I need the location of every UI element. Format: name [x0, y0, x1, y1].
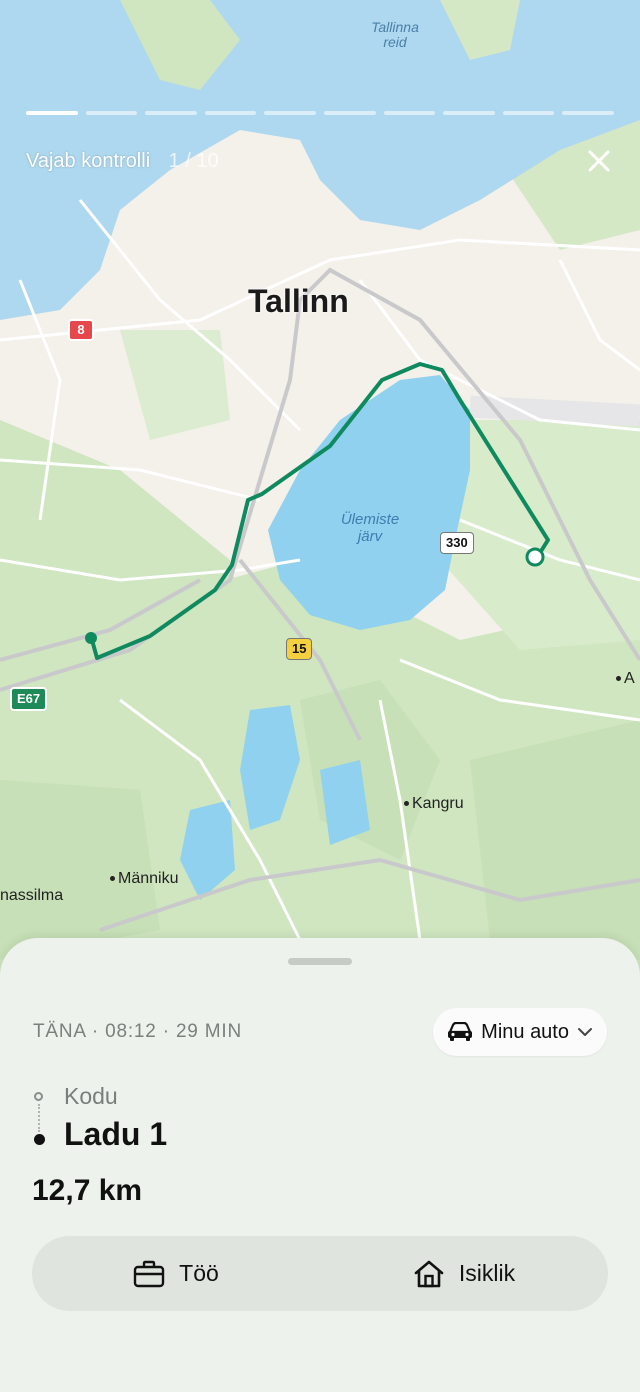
progress-segment — [443, 111, 495, 115]
bay-label: Tallinna reid — [371, 19, 419, 51]
destination-marker — [34, 1134, 45, 1145]
personal-button[interactable]: Isiklik — [320, 1236, 608, 1311]
trip-meta: TÄNA · 08:12 · 29 MIN — [33, 1021, 242, 1042]
progress-segment — [204, 111, 257, 115]
place-label-manniku: Männiku — [110, 870, 178, 888]
place-label-nassilma: nassilma — [0, 887, 64, 904]
close-button[interactable] — [584, 146, 614, 176]
trip-destination: Ladu 1 — [64, 1116, 168, 1152]
work-button[interactable]: Töö — [32, 1236, 320, 1311]
personal-button-label: Isiklik — [458, 1260, 516, 1286]
progress-segment — [502, 111, 555, 115]
lake-label: Ülemiste järv — [340, 511, 400, 545]
review-title: Vajab kontrolli — [26, 150, 151, 172]
route-end-marker — [525, 547, 545, 567]
vehicle-select-label: Minu auto — [481, 1020, 569, 1043]
progress-segment — [145, 111, 197, 115]
place-label-kangru: Kangru — [404, 795, 464, 813]
route-start-marker — [85, 632, 97, 644]
review-counter: 1 / 10 — [168, 150, 219, 172]
road-shield-15: 15 — [286, 638, 313, 660]
road-shield-8: 8 — [68, 319, 94, 341]
trip-origin: Kodu — [64, 1083, 118, 1109]
review-header: Vajab kontrolli 1 / 10 — [26, 150, 614, 180]
story-progress — [26, 111, 614, 115]
briefcase-icon — [133, 1260, 165, 1287]
city-label: Tallinn — [248, 283, 349, 319]
chevron-down-icon — [578, 1028, 592, 1036]
sheet-grabber[interactable] — [288, 958, 352, 965]
trip-sheet: TÄNA · 08:12 · 29 MIN Minu auto Kodu Lad… — [0, 938, 640, 1392]
road-shield-e67: E67 — [10, 687, 48, 711]
progress-segment — [26, 111, 78, 115]
home-icon — [414, 1260, 444, 1287]
car-icon — [448, 1022, 473, 1041]
progress-segment — [562, 111, 614, 115]
progress-segment — [323, 111, 376, 115]
work-button-label: Töö — [179, 1260, 219, 1286]
close-icon — [588, 150, 610, 172]
progress-segment — [85, 111, 138, 115]
place-label-a: A — [616, 670, 635, 688]
trip-classification: Töö Isiklik — [32, 1236, 608, 1311]
trip-distance: 12,7 km — [32, 1174, 143, 1207]
road-shield-330: 330 — [440, 532, 474, 554]
origin-marker — [34, 1092, 43, 1101]
vehicle-select[interactable]: Minu auto — [433, 1008, 607, 1056]
progress-segment — [264, 111, 316, 115]
route-connector — [38, 1104, 41, 1132]
progress-segment — [383, 111, 436, 115]
